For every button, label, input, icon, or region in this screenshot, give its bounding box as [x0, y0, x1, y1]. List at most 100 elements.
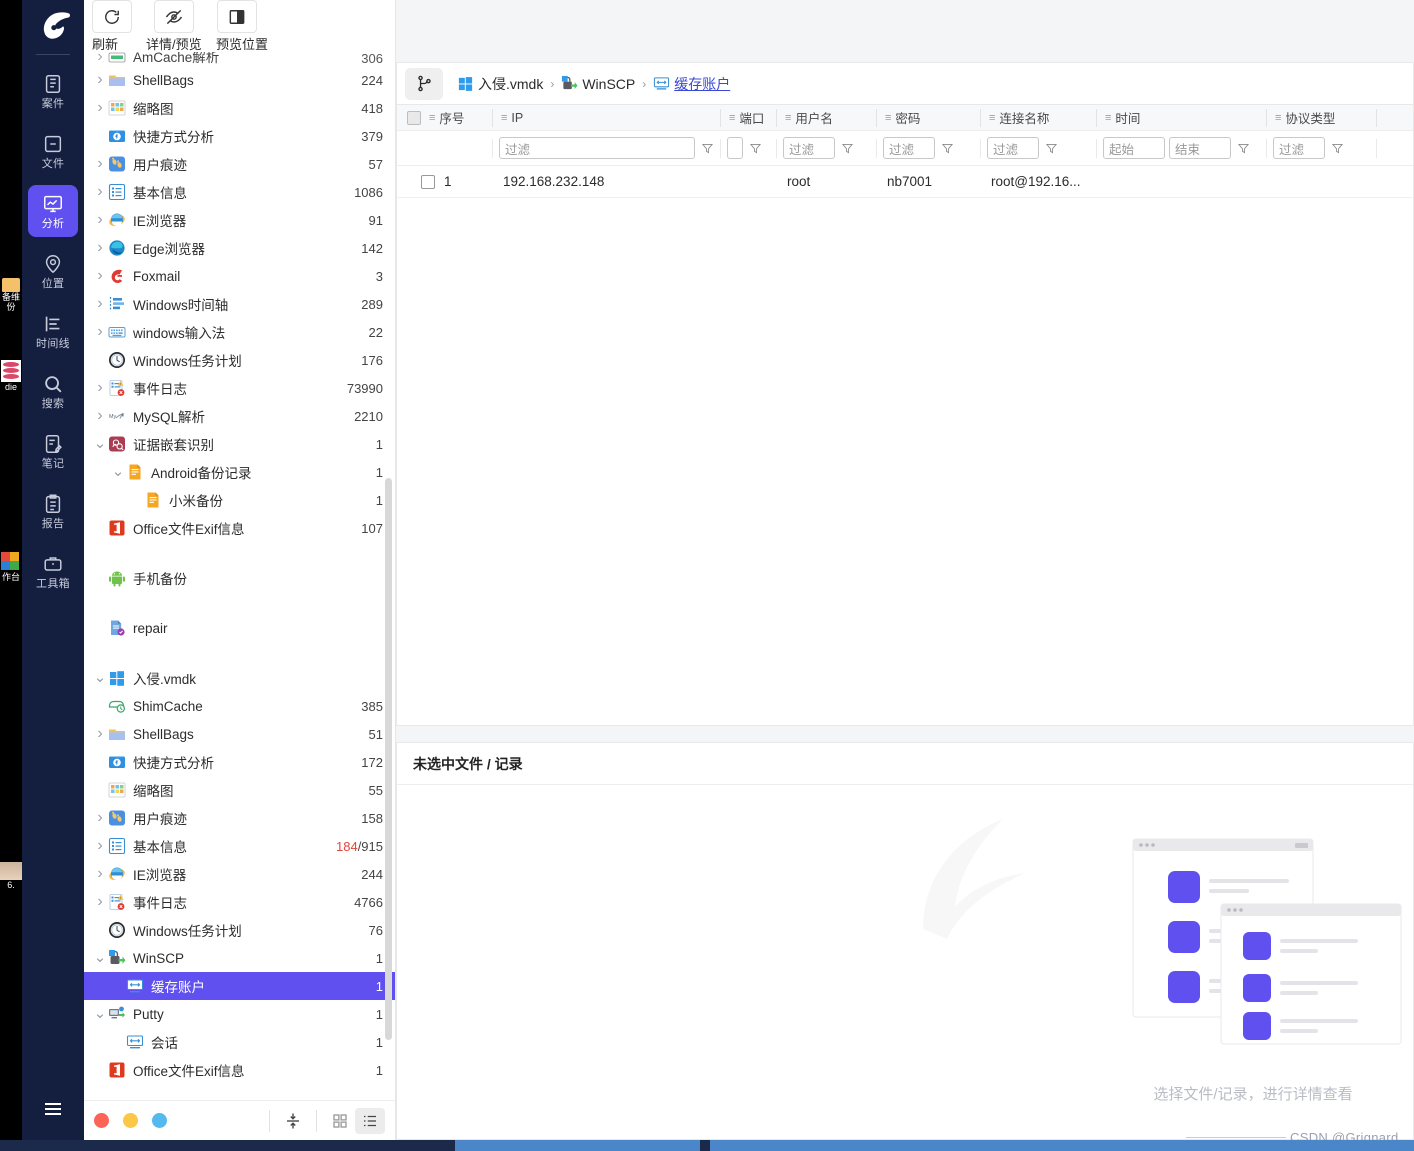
- tree-item[interactable]: ⌄ Android备份记录 1: [84, 458, 395, 486]
- breadcrumb[interactable]: 入侵.vmdk › WinSCP › 缓存账户: [457, 74, 730, 94]
- column-menu-icon[interactable]: ≡: [429, 112, 435, 124]
- tree-item[interactable]: Office文件Exif信息 1: [84, 1056, 395, 1084]
- tree-item[interactable]: › IE浏览器 244: [84, 860, 395, 888]
- column-menu-icon[interactable]: ≡: [729, 112, 735, 124]
- tree-item[interactable]: ›! 事件日志 4766: [84, 888, 395, 916]
- filter-ip-input[interactable]: 过滤: [499, 137, 695, 159]
- tree-item[interactable]: 快捷方式分析 172: [84, 748, 395, 776]
- tree-item[interactable]: Office文件Exif信息 107: [84, 514, 395, 542]
- tree-item[interactable]: › My MySQL解析 2210: [84, 402, 395, 430]
- collapse-expand-button[interactable]: [278, 1108, 308, 1134]
- tree-item[interactable]: › windows输入法 22: [84, 318, 395, 346]
- tree-item[interactable]: Windows任务计划 76: [84, 916, 395, 944]
- chevron-right-icon[interactable]: ›: [92, 211, 108, 229]
- filter-port-input[interactable]: [727, 137, 743, 159]
- filter-button-ip[interactable]: [699, 140, 715, 156]
- chevron-right-icon[interactable]: ›: [92, 407, 108, 425]
- chevron-right-icon[interactable]: ›: [92, 71, 108, 89]
- sidebar-item-timeline[interactable]: 时间线: [28, 305, 78, 357]
- filter-button-user[interactable]: [839, 140, 855, 156]
- grid-header-proto[interactable]: ≡ 协议类型: [1267, 105, 1377, 131]
- refresh-button[interactable]: [92, 0, 132, 33]
- chevron-right-icon[interactable]: ›: [92, 725, 108, 743]
- tree-item[interactable]: › ShellBags 51: [84, 720, 395, 748]
- filter-conn-input[interactable]: 过滤: [987, 137, 1039, 159]
- preview-position-button[interactable]: [217, 0, 257, 33]
- tree-item[interactable]: › 用户痕迹 57: [84, 150, 395, 178]
- rail-menu-button[interactable]: [22, 1078, 84, 1140]
- filter-button-time[interactable]: [1235, 140, 1251, 156]
- tree-item[interactable]: › IE浏览器 91: [84, 206, 395, 234]
- tree-item[interactable]: › Foxmail 3: [84, 262, 395, 290]
- grid-header-user[interactable]: ≡ 用户名: [777, 105, 877, 131]
- column-menu-icon[interactable]: ≡: [885, 112, 891, 124]
- chevron-right-icon[interactable]: ›: [92, 155, 108, 173]
- tree-item[interactable]: › AmCache解析 306: [84, 52, 395, 66]
- sidebar-item-search[interactable]: 搜索: [28, 365, 78, 417]
- tree-scrollbar[interactable]: [385, 478, 392, 1040]
- sidebar-item-toolbox[interactable]: 工具箱: [28, 545, 78, 597]
- tree-item[interactable]: ShimCache 385: [84, 692, 395, 720]
- sidebar-item-notes[interactable]: 笔记: [28, 425, 78, 477]
- chevron-right-icon[interactable]: ›: [92, 837, 108, 855]
- filter-button-pwd[interactable]: [939, 140, 955, 156]
- tree-item[interactable]: 手机备份: [84, 564, 395, 592]
- analysis-tree[interactable]: › AmCache解析 306 › ShellBags 224 › 缩略图 418 快捷方式分析 3…: [84, 52, 395, 1100]
- status-dot-red[interactable]: [94, 1113, 109, 1128]
- chevron-down-icon[interactable]: ⌄: [92, 436, 108, 451]
- tree-item[interactable]: › 缩略图 418: [84, 94, 395, 122]
- filter-pwd-input[interactable]: 过滤: [883, 137, 935, 159]
- tree-item[interactable]: ⌄ 证据嵌套识别 1: [84, 430, 395, 458]
- chevron-right-icon[interactable]: ›: [92, 323, 108, 341]
- tree-item[interactable]: 缩略图 55: [84, 776, 395, 804]
- chevron-right-icon[interactable]: ›: [92, 893, 108, 911]
- filter-button-proto[interactable]: [1329, 140, 1345, 156]
- chevron-right-icon[interactable]: ›: [92, 239, 108, 257]
- filter-button-conn[interactable]: [1043, 140, 1059, 156]
- column-menu-icon[interactable]: ≡: [1275, 112, 1281, 124]
- tree-item[interactable]: 小米备份 1: [84, 486, 395, 514]
- table-row[interactable]: 1 192.168.232.148 root nb7001 root@192.16...: [397, 166, 1413, 198]
- column-menu-icon[interactable]: ≡: [989, 112, 995, 124]
- grid-header-time[interactable]: ≡ 时间: [1097, 105, 1267, 131]
- tree-item[interactable]: ⌄ 入侵.vmdk: [84, 664, 395, 692]
- chevron-down-icon[interactable]: ⌄: [92, 950, 108, 965]
- tree-item[interactable]: 缓存账户 1: [84, 972, 395, 1000]
- grid-header-port[interactable]: ≡ 端口: [721, 105, 777, 131]
- tree-item[interactable]: › 基本信息 184/915: [84, 832, 395, 860]
- tree-item[interactable]: › ShellBags 224: [84, 66, 395, 94]
- sidebar-item-analysis[interactable]: 分析: [28, 185, 78, 237]
- tree-item[interactable]: ⌄ Putty 1: [84, 1000, 395, 1028]
- grid-header-pwd[interactable]: ≡ 密码: [877, 105, 981, 131]
- chevron-right-icon[interactable]: ›: [92, 295, 108, 313]
- chevron-right-icon[interactable]: ›: [92, 183, 108, 201]
- filter-time-start-input[interactable]: 起始: [1103, 137, 1165, 159]
- tree-item[interactable]: › 基本信息 1086: [84, 178, 395, 206]
- chevron-right-icon[interactable]: ›: [92, 99, 108, 117]
- chevron-down-icon[interactable]: ⌄: [92, 1006, 108, 1021]
- tree-item[interactable]: › Edge浏览器 142: [84, 234, 395, 262]
- tree-item[interactable]: › Windows时间轴 289: [84, 290, 395, 318]
- chevron-down-icon[interactable]: ⌄: [110, 464, 126, 479]
- sidebar-item-location[interactable]: 位置: [28, 245, 78, 297]
- sidebar-item-report[interactable]: 报告: [28, 485, 78, 537]
- tree-item[interactable]: 会话 1: [84, 1028, 395, 1056]
- status-dot-blue[interactable]: [152, 1113, 167, 1128]
- chevron-right-icon[interactable]: ›: [92, 865, 108, 883]
- detail-preview-button[interactable]: [154, 0, 194, 33]
- column-menu-icon[interactable]: ≡: [785, 112, 791, 124]
- grid-header-seq[interactable]: ≡ 序号: [397, 105, 493, 131]
- tree-item[interactable]: ›! 事件日志 73990: [84, 374, 395, 402]
- grid-view-button[interactable]: [325, 1108, 355, 1134]
- filter-proto-input[interactable]: 过滤: [1273, 137, 1325, 159]
- row-checkbox[interactable]: [421, 174, 435, 189]
- chevron-down-icon[interactable]: ⌄: [92, 670, 108, 685]
- tree-item[interactable]: repair: [84, 614, 395, 642]
- sidebar-item-case[interactable]: 案件: [28, 65, 78, 117]
- tree-item[interactable]: ⌄ WinSCP 1: [84, 944, 395, 972]
- select-all-checkbox[interactable]: [407, 110, 421, 125]
- filter-button-port[interactable]: [747, 140, 763, 156]
- breadcrumb-item[interactable]: 缓存账户: [674, 74, 730, 94]
- sidebar-item-file[interactable]: 文件: [28, 125, 78, 177]
- filter-time-end-input[interactable]: 结束: [1169, 137, 1231, 159]
